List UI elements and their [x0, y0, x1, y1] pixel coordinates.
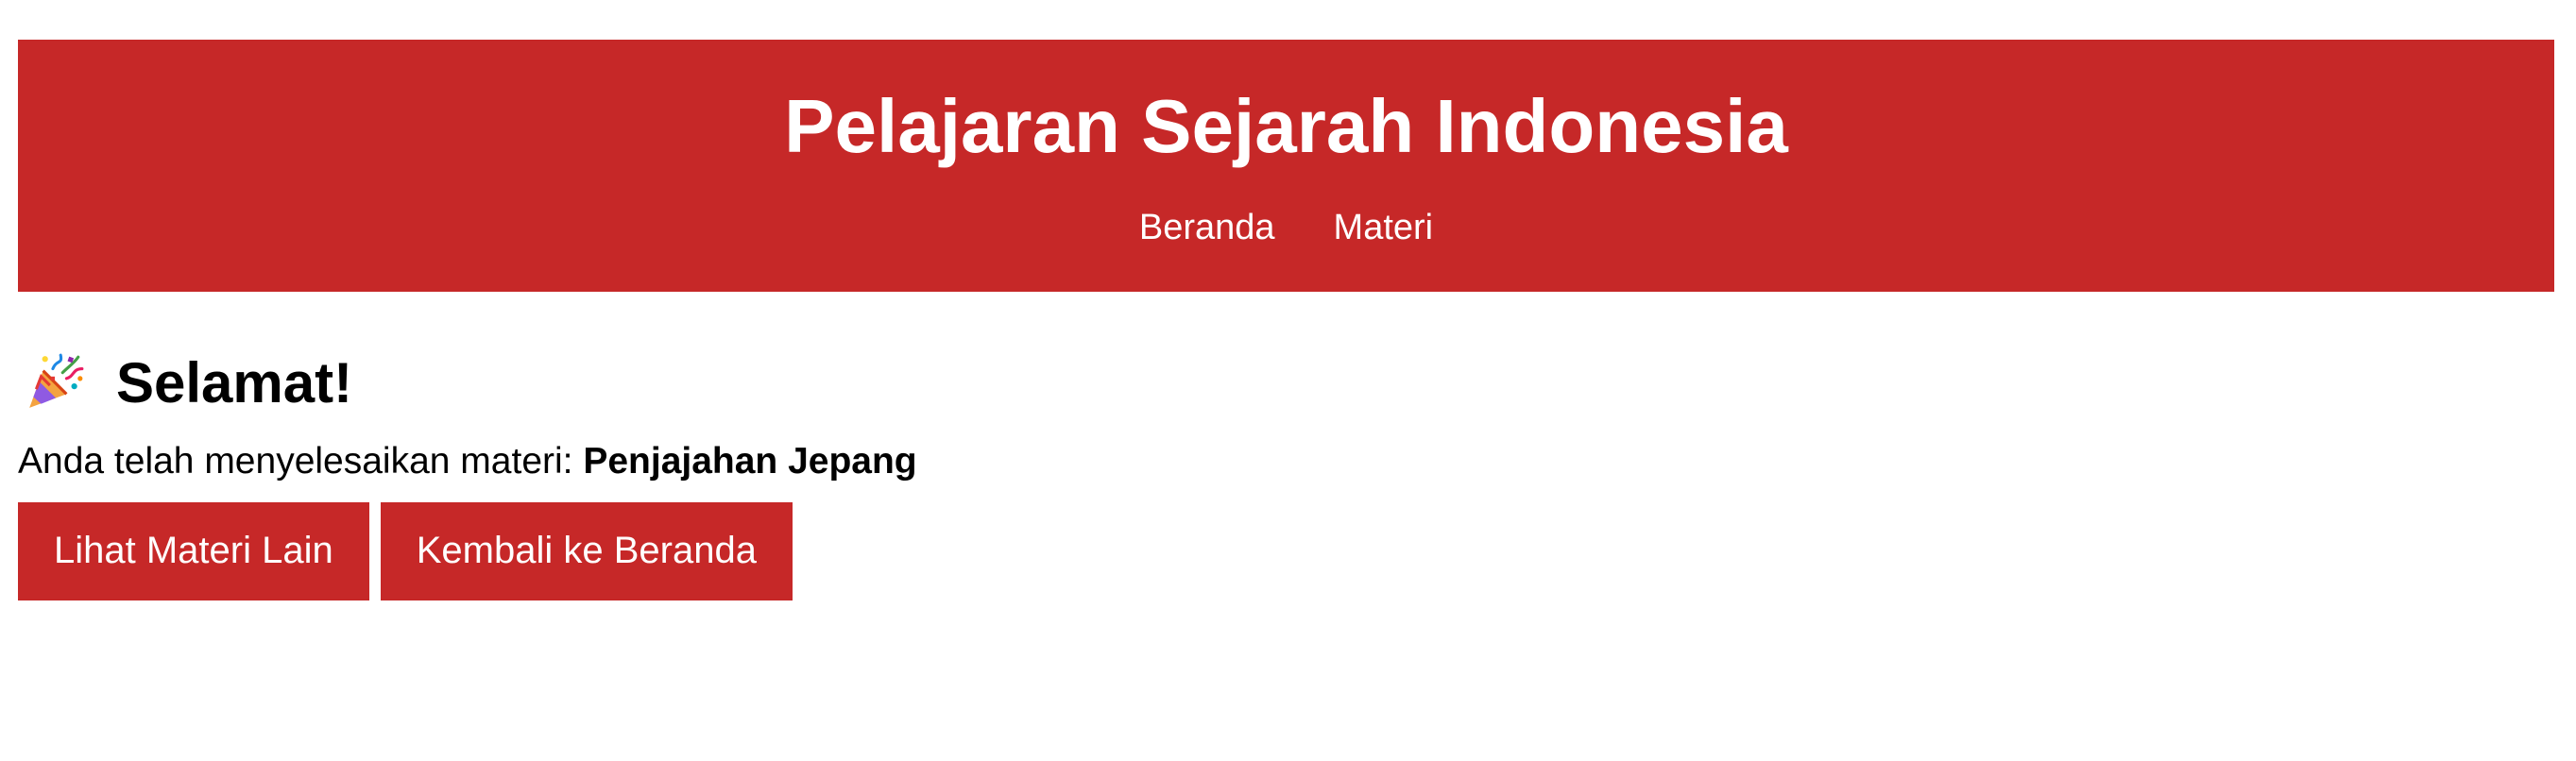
site-header: Pelajaran Sejarah Indonesia Beranda Mate… [18, 40, 2554, 292]
congrats-title: Selamat! [116, 350, 353, 414]
completion-message-prefix: Anda telah menyelesaikan materi: [18, 441, 584, 482]
main-content: Selamat! Anda telah menyelesaikan materi… [18, 340, 2558, 600]
congrats-heading: Selamat! [18, 340, 2558, 425]
completion-message: Anda telah menyelesaikan materi: Penjaja… [18, 440, 2558, 484]
back-to-home-button[interactable]: Kembali ke Beranda [380, 501, 793, 600]
action-buttons: Lihat Materi Lain Kembali ke Beranda [18, 501, 2558, 600]
view-other-materials-button[interactable]: Lihat Materi Lain [18, 501, 369, 600]
nav-link-materi[interactable]: Materi [1334, 208, 1434, 248]
nav-link-beranda[interactable]: Beranda [1139, 208, 1275, 248]
page: Pelajaran Sejarah Indonesia Beranda Mate… [0, 0, 2576, 761]
main-nav: Beranda Materi [18, 208, 2554, 248]
completed-topic: Penjajahan Jepang [583, 441, 917, 482]
party-popper-icon [29, 353, 84, 408]
site-title: Pelajaran Sejarah Indonesia [784, 84, 1788, 168]
